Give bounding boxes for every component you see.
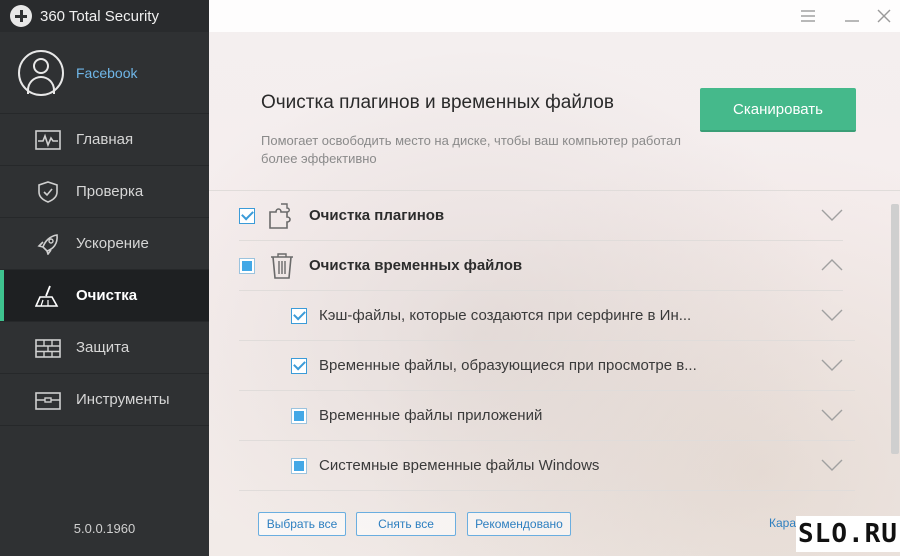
list-item-temp-files[interactable]: Очистка временных файлов xyxy=(239,241,843,291)
sidebar-item-label: Инструменты xyxy=(76,391,170,408)
sidebar-item-speedup[interactable]: Ускорение xyxy=(0,218,209,270)
recommended-button[interactable]: Рекомендовано xyxy=(467,512,571,536)
select-all-button[interactable]: Выбрать все xyxy=(258,512,346,536)
app-logo-icon xyxy=(10,5,32,27)
sub-label: Кэш-файлы, которые создаются при серфинг… xyxy=(319,307,692,324)
sidebar-item-label: Проверка xyxy=(76,183,144,200)
menu-icon[interactable] xyxy=(797,6,819,26)
sub-checkbox[interactable] xyxy=(291,457,307,474)
footer-bar: Выбрать все Снять все Рекомендовано Кара… xyxy=(209,496,900,556)
chevron-up-icon[interactable] xyxy=(821,258,843,272)
sub-checkbox[interactable] xyxy=(291,307,307,324)
scan-button[interactable]: Сканировать xyxy=(700,88,856,132)
sub-label: Временные файлы приложений xyxy=(319,407,543,424)
list-item-sub[interactable]: Временные файлы приложений xyxy=(239,391,855,441)
trash-icon xyxy=(267,251,297,281)
deselect-all-button[interactable]: Снять все xyxy=(356,512,456,536)
sidebar-item-tools[interactable]: Инструменты xyxy=(0,374,209,426)
list-item-sub[interactable]: Временные файлы, образующиеся при просмо… xyxy=(239,341,855,391)
sidebar-item-scan[interactable]: Проверка xyxy=(0,166,209,218)
temp-files-label: Очистка временных файлов xyxy=(309,257,523,274)
app-title: 360 Total Security xyxy=(40,7,159,25)
close-icon[interactable] xyxy=(873,6,895,26)
sidebar-nav: Главная Проверка Ускорение Очистка Защит… xyxy=(0,114,209,426)
watermark-logo: SLO.RU xyxy=(796,516,900,552)
avatar-icon[interactable] xyxy=(18,49,64,96)
pulse-icon xyxy=(34,128,62,152)
chevron-down-icon[interactable] xyxy=(821,308,843,322)
cleanup-list: Очистка плагинов Очистка временных файло… xyxy=(209,190,900,496)
profile-name[interactable]: Facebook xyxy=(76,65,137,81)
sidebar-item-label: Очистка xyxy=(76,287,138,304)
minimize-icon[interactable] xyxy=(841,6,863,26)
page-description: Помогает освободить место на диске, чтоб… xyxy=(261,133,681,166)
list-item-sub[interactable]: Кэш-файлы, которые создаются при серфинг… xyxy=(239,291,855,341)
rocket-icon xyxy=(34,232,62,256)
plugins-label: Очистка плагинов xyxy=(309,207,445,224)
toolbox-icon xyxy=(34,388,62,412)
version-label: 5.0.0.1960 xyxy=(73,521,136,536)
sub-checkbox[interactable] xyxy=(291,357,307,374)
list-item-plugins[interactable]: Очистка плагинов xyxy=(239,191,843,241)
firewall-icon xyxy=(34,336,62,360)
sidebar: 360 Total Security Facebook Главная Пров… xyxy=(0,0,209,556)
puzzle-icon xyxy=(267,201,297,231)
sidebar-item-home[interactable]: Главная xyxy=(0,114,209,166)
page-title: Очистка плагинов и временных файлов xyxy=(261,92,614,113)
sub-label: Временные файлы, образующиеся при просмо… xyxy=(319,357,697,374)
sidebar-item-cleanup[interactable]: Очистка xyxy=(0,270,209,322)
app-titlebar: 360 Total Security xyxy=(0,0,209,32)
shield-icon xyxy=(34,180,62,204)
plugins-checkbox[interactable] xyxy=(239,207,255,224)
temp-files-checkbox[interactable] xyxy=(239,257,255,274)
broom-icon xyxy=(34,284,62,308)
chevron-down-icon[interactable] xyxy=(821,358,843,372)
scrollbar[interactable] xyxy=(891,204,899,454)
sub-label: Системные временные файлы Windows xyxy=(319,457,600,474)
chevron-down-icon[interactable] xyxy=(821,458,843,472)
chevron-down-icon[interactable] xyxy=(821,408,843,422)
chevron-down-icon[interactable] xyxy=(821,208,843,222)
sidebar-item-label: Главная xyxy=(76,131,134,148)
page-header: Очистка плагинов и временных файлов xyxy=(261,92,614,114)
sidebar-item-label: Ускорение xyxy=(76,235,149,252)
sub-checkbox[interactable] xyxy=(291,407,307,424)
quarantine-link[interactable]: Кара xyxy=(769,516,796,530)
main-panel: Очистка плагинов и временных файлов Помо… xyxy=(209,0,900,556)
sidebar-item-label: Защита xyxy=(76,339,130,356)
profile[interactable]: Facebook xyxy=(0,32,209,114)
sidebar-item-protection[interactable]: Защита xyxy=(0,322,209,374)
list-item-sub[interactable]: Системные временные файлы Windows xyxy=(239,441,855,491)
